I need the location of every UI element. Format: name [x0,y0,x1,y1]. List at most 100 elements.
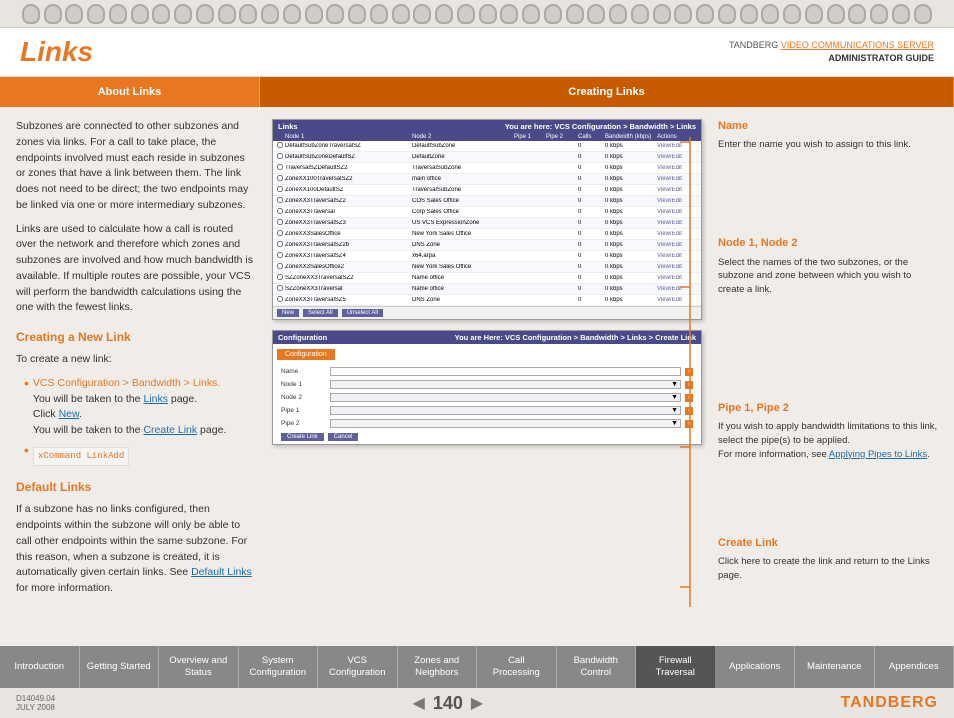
annotation-create: Create Link Click here to create the lin… [718,536,938,583]
cf-node1-select[interactable]: ▼ [330,380,681,389]
cf-node2-field: Node 2 ▼ i [273,391,701,404]
spiral-ring [131,4,149,24]
ss-title: Links [278,122,298,131]
spiral-ring [174,4,192,24]
section2-text: If a subzone has no links configured, th… [16,502,256,597]
cb-header [276,134,284,140]
doc-date: JULY 2008 [16,703,55,712]
col-pipe2: Pipe 2 [545,134,577,140]
spacer1 [718,166,938,236]
spiral-ring [566,4,584,24]
spiral-ring [522,4,540,24]
cf-pipe1-icon: i [685,407,693,415]
spiral-ring [783,4,801,24]
page-title: Links [20,36,93,68]
tab-appendices[interactable]: Appendices [875,646,954,688]
spiral-ring [305,4,323,24]
table-row: ZoneXX100TraversalSZ2main office00 kbpsV… [273,174,701,185]
table-row: TraversalSZDefaultSZ2TraversalSubZone00 … [273,163,701,174]
spiral-ring [392,4,410,24]
footer-doc-ref: D14049.04 JULY 2008 [16,694,55,712]
ss-table-header-bar: Links You are here: VCS Configuration > … [273,120,701,133]
cf-node2-select[interactable]: ▼ [330,393,681,402]
spiral-ring [44,4,62,24]
center-column: Links You are here: VCS Configuration > … [272,119,702,605]
spiral-ring [500,4,518,24]
tab-creating-links[interactable]: Creating Links [260,77,954,107]
table-row: ZoneXX3TraversalSZ4x64.arpa00 kbpsView/E… [273,251,701,262]
cf-node2-label: Node 2 [281,394,326,401]
spiral-ring [22,4,40,24]
spiral-ring [631,4,649,24]
annotation-pipe-more: For more information, see Applying Pipes… [718,448,938,462]
spiral-ring [261,4,279,24]
cf-cancel-btn[interactable]: Cancel [328,433,359,441]
tab-bandwidth-control[interactable]: BandwidthControl [557,646,637,688]
spiral-ring [152,4,170,24]
tab-zones-neighbors[interactable]: Zones andNeighbors [398,646,478,688]
spiral-ring [848,4,866,24]
cf-name-input[interactable] [330,367,681,376]
cf-pipe2-label: Pipe 2 [281,420,326,427]
tab-maintenance[interactable]: Maintenance [795,646,875,688]
new-button[interactable]: New [277,309,299,317]
applying-pipes-link[interactable]: Applying Pipes to Links [829,449,927,460]
tab-call-processing[interactable]: CallProcessing [477,646,557,688]
spiral-binding [0,0,954,28]
ss-table-footer: New Select All Unselect All [273,306,701,319]
tab-overview-status[interactable]: Overview andStatus [159,646,239,688]
spiral-ring [283,4,301,24]
cf-name-field: Name i [273,365,701,378]
select-all-button[interactable]: Select All [303,309,338,317]
tab-applications[interactable]: Applications [716,646,796,688]
cf-node1-field: Node 1 ▼ i [273,378,701,391]
new-link[interactable]: New [59,408,79,420]
annotation-create-title: Create Link [718,536,938,551]
table-row: SZZoneXX3TraversalName office00 kbpsView… [273,284,701,295]
annotation-node: Node 1, Node 2 Select the names of the t… [718,236,938,297]
tab-vcs-config[interactable]: VCSConfiguration [318,646,398,688]
page-number: 140 [433,693,463,714]
cf-node2-icon: i [685,394,693,402]
table-row: ZoneXX3SalesOfficeNew York Sales Office0… [273,229,701,240]
tab-getting-started[interactable]: Getting Started [80,646,160,688]
section1-intro: To create a new link: [16,352,256,368]
tab-system-config[interactable]: SystemConfiguration [239,646,319,688]
default-links-link[interactable]: Default Links [191,566,252,578]
para2: Links are used to calculate how a call i… [16,222,256,317]
cf-name-label: Name [281,368,326,375]
prev-page-arrow[interactable]: ◀ [413,693,425,713]
cf-configuration-tab[interactable]: Configuration [277,349,335,360]
spacer2 [718,311,938,401]
annotation-pipe-text: If you wish to apply bandwidth limitatio… [718,420,938,448]
cf-create-btn[interactable]: Create Link [281,433,324,441]
spiral-ring [587,4,605,24]
spiral-ring [761,4,779,24]
unselect-all-button[interactable]: Unselect All [342,309,383,317]
cf-header-bar: Configuration You are Here: VCS Configur… [273,331,701,344]
tab-about-links[interactable]: About Links [0,77,260,107]
create-link-form-screenshot: Configuration You are Here: VCS Configur… [272,330,702,445]
annotations-container: Name Enter the name you wish to assign t… [718,119,938,582]
spiral-ring [457,4,475,24]
spiral-ring [870,4,888,24]
spiral-ring [218,4,236,24]
table-row: ZoneXX100DefaultSZTraversalSubZone00 kbp… [273,185,701,196]
vcs-config-link[interactable]: VCS Configuration > Bandwidth > Links. [33,377,220,389]
next-page-arrow[interactable]: ▶ [471,693,483,713]
spiral-ring [413,4,431,24]
tab-introduction[interactable]: Introduction [0,646,80,688]
col-pipe1: Pipe 1 [513,134,545,140]
spiral-ring [370,4,388,24]
spacer3 [718,476,938,536]
spiral-ring [326,4,344,24]
tab-firewall-traversal[interactable]: FirewallTraversal [636,646,716,688]
create-link-link[interactable]: Create Link [143,424,197,436]
annotation-node-text: Select the names of the two subzones, or… [718,256,938,297]
cf-pipe1-select[interactable]: ▼ [330,406,681,415]
cf-pipe2-select[interactable]: ▼ [330,419,681,428]
ss-column-headers: Node 1 Node 2 Pipe 1 Pipe 2 Calls Bandwi… [273,133,701,141]
bullet-dot: • [24,376,29,390]
cf-tab-bar: Configuration [273,344,701,365]
links-page-link[interactable]: Links [143,393,168,405]
